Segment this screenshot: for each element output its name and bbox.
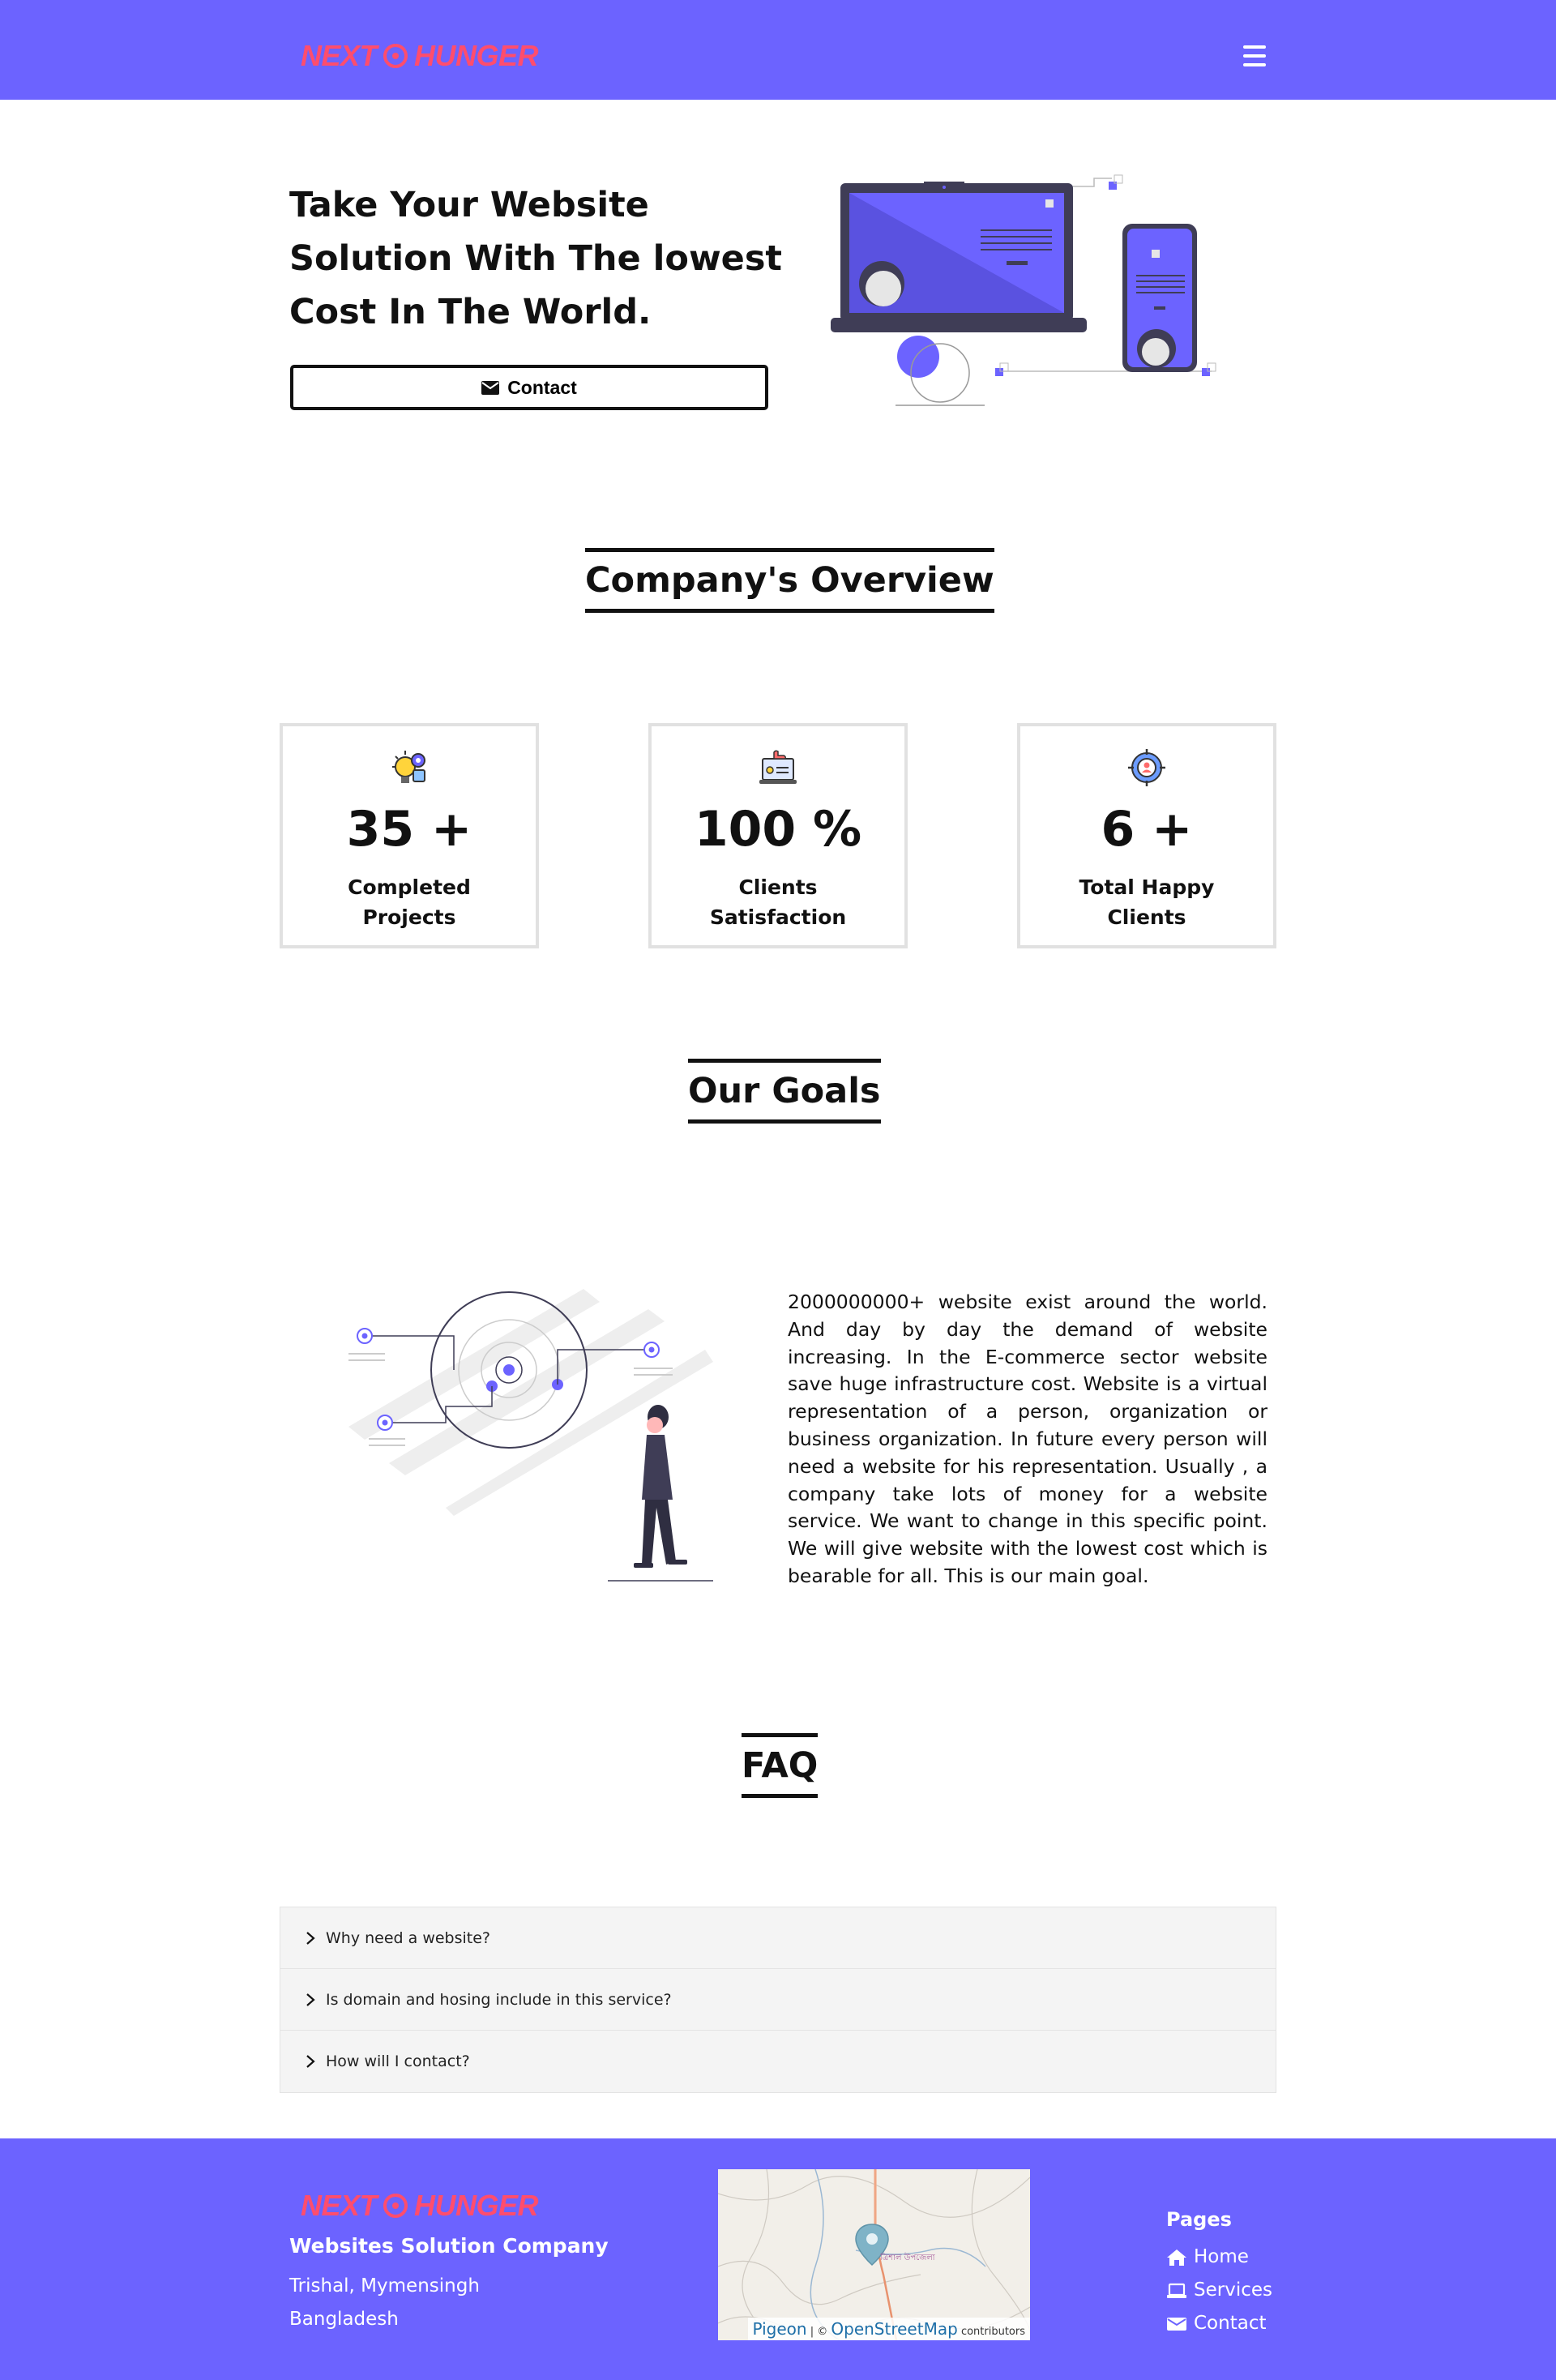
footer-link-services[interactable]: Services (1166, 2274, 1272, 2307)
thumbs-up-laptop-icon (759, 750, 797, 784)
lightbulb-gear-icon (392, 751, 425, 783)
brand-logo[interactable]: NEXT HUNGER (301, 39, 539, 73)
envelope-icon (1167, 2317, 1186, 2331)
faq-accordion: Why need a website? Is domain and hosing… (280, 1907, 1276, 2093)
faq-item[interactable]: How will I contact? (280, 2031, 1276, 2092)
hero-contact-button[interactable]: Contact (290, 365, 768, 410)
hero-title-line-2: Solution With The lowest (289, 238, 782, 279)
hero-title-line-1: Take Your Website (289, 185, 649, 225)
menu-hamburger-icon[interactable] (1243, 45, 1266, 66)
stat-value: 100 % (694, 801, 862, 858)
stat-label: Clients Satisfaction (709, 875, 847, 929)
map-attribution-contributors: contributors (960, 2326, 1025, 2338)
target-user-icon (1128, 749, 1165, 786)
logo-text-hunger: HUNGER (414, 39, 539, 72)
goals-paragraph: 2000000000+ website exist around the wor… (788, 1291, 1267, 1587)
chevron-right-icon (306, 1931, 315, 1945)
logo-text-hunger: HUNGER (414, 2189, 539, 2222)
footer-pages-nav: Home Services Contact (1166, 2241, 1272, 2340)
envelope-icon (481, 380, 500, 395)
chevron-right-icon (306, 1993, 315, 2006)
faq-item[interactable]: Is domain and hosing include in this ser… (280, 1969, 1276, 2031)
footer-link-label: Services (1194, 2279, 1272, 2301)
logo-o-icon (383, 44, 408, 68)
faq-question: Why need a website? (326, 1928, 491, 1947)
faq-item[interactable]: Why need a website? (280, 1907, 1276, 1969)
overview-section-title: Company's Overview (585, 548, 994, 613)
stat-label: Total Happy Clients (1079, 875, 1215, 929)
top-navbar: NEXT HUNGER (0, 0, 1556, 100)
location-map[interactable]: ত্রিশাল উপজেলা Pigeon | © OpenStreetMap … (718, 2169, 1030, 2340)
footer-link-label: Contact (1194, 2313, 1267, 2334)
stat-card-projects: 35 + Completed Projects (280, 723, 539, 948)
stat-label: Completed Projects (348, 875, 471, 929)
map-attribution: Pigeon | © OpenStreetMap contributors (747, 2318, 1030, 2340)
footer: NEXT HUNGER Websites Solution Company Tr… (0, 2138, 1556, 2380)
address-line: Bangladesh (289, 2309, 399, 2330)
chevron-right-icon (306, 2055, 315, 2068)
footer-link-label: Home (1194, 2246, 1249, 2267)
hero-title: Take Your Website Solution With The lowe… (289, 178, 782, 339)
home-icon (1167, 2249, 1186, 2266)
logo-text-next: NEXT (301, 39, 378, 72)
stat-value: 6 + (1101, 801, 1193, 858)
logo-text-next: NEXT (301, 2189, 378, 2222)
footer-address: Trishal, Mymensingh Bangladesh (289, 2270, 480, 2336)
stat-card-happy-clients: 6 + Total Happy Clients (1017, 723, 1276, 948)
stat-card-satisfaction: 100 % Clients Satisfaction (648, 723, 908, 948)
map-attribution-osm[interactable]: OpenStreetMap (831, 2319, 957, 2339)
map-attribution-pigeon[interactable]: Pigeon (753, 2319, 807, 2339)
faq-question: How will I contact? (326, 2053, 470, 2070)
hero-title-line-3: Cost In The World. (289, 292, 652, 332)
footer-company-name: Websites Solution Company (289, 2234, 609, 2258)
address-line: Trishal, Mymensingh (289, 2275, 480, 2297)
goals-target-illustration (348, 1289, 713, 1582)
map-attribution-separator: | © (810, 2326, 828, 2338)
contact-button-label: Contact (507, 376, 577, 398)
faq-question: Is domain and hosing include in this ser… (326, 1990, 672, 2009)
footer-link-contact[interactable]: Contact (1166, 2307, 1272, 2340)
stat-value: 35 + (346, 801, 472, 858)
laptop-icon (1167, 2283, 1186, 2298)
footer-pages-title: Pages (1166, 2208, 1232, 2231)
devices-illustration (831, 174, 1216, 406)
footer-link-home[interactable]: Home (1166, 2241, 1272, 2274)
footer-brand-logo[interactable]: NEXT HUNGER (301, 2189, 539, 2223)
goals-section-title: Our Goals (688, 1059, 881, 1124)
map-tiles: ত্রিশাল উপজেলা (718, 2169, 1030, 2340)
logo-o-icon (383, 2194, 408, 2218)
faq-section-title: FAQ (742, 1733, 819, 1798)
map-place-label: ত্রিশাল উপজেলা (879, 2252, 936, 2262)
